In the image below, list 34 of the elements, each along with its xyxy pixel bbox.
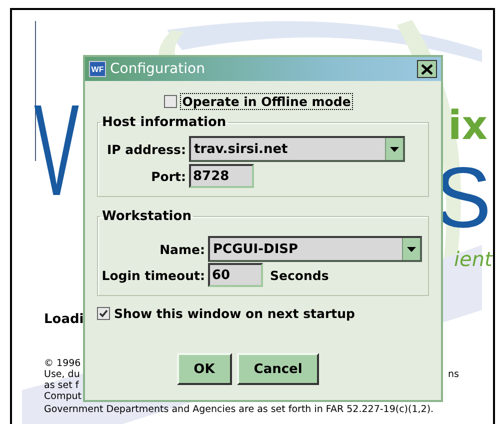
- close-button[interactable]: [417, 60, 437, 78]
- ok-button[interactable]: OK: [176, 353, 232, 385]
- field-label: Port:: [150, 168, 186, 184]
- close-icon: [421, 64, 433, 74]
- group-title: Host information: [101, 115, 228, 130]
- legal-text: as set f: [44, 380, 79, 391]
- checkbox[interactable]: [164, 95, 178, 108]
- group-title: Workstation: [101, 209, 192, 224]
- app-icon: WF: [89, 61, 106, 77]
- legal-text: Use, du: [44, 369, 80, 380]
- checkbox[interactable]: [97, 307, 110, 320]
- workstation-name-combo[interactable]: PCGUI-DISP: [208, 236, 422, 262]
- field-label: Login timeout:: [100, 268, 205, 282]
- ip-address-combo[interactable]: trav.sirsi.net: [189, 136, 405, 162]
- logo-text: ix: [448, 106, 488, 146]
- window-title: Configuration: [110, 61, 206, 77]
- logo-letter: S: [434, 155, 492, 241]
- legal-text: ns: [448, 369, 459, 380]
- logo-letter: V: [34, 100, 80, 200]
- unit-label: Seconds: [270, 268, 329, 282]
- legal-text: Comput: [44, 391, 82, 402]
- legal-text: © 1996: [44, 358, 81, 369]
- field-label: Name:: [158, 242, 205, 256]
- checkbox-label[interactable]: Show this window on next startup: [114, 306, 355, 321]
- checkbox-label[interactable]: Operate in Offline mode: [181, 94, 352, 109]
- field-label: IP address:: [106, 142, 186, 156]
- legal-text: Government Departments and Agencies are as set forth in FAR 52.227-19(c)(1,2).: [44, 404, 434, 415]
- logo-tagline: ient: [454, 248, 492, 270]
- dropdown-arrow-icon: [407, 246, 416, 252]
- cancel-button[interactable]: Cancel: [236, 353, 320, 385]
- dropdown-arrow-icon: [390, 146, 399, 152]
- login-timeout-field[interactable]: 60: [208, 263, 263, 287]
- loading-text: Loadi: [44, 312, 84, 327]
- port-field[interactable]: 8728: [189, 164, 254, 188]
